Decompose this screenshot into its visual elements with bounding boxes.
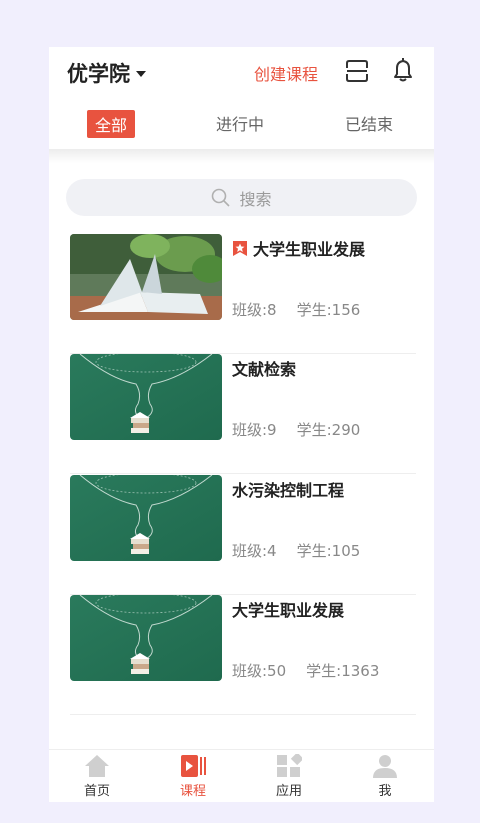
user-icon (373, 755, 397, 778)
nav-me[interactable]: 我 (355, 754, 415, 799)
course-item[interactable]: 大学生职业发展 班级:50 学生:1363 (70, 595, 416, 715)
tab-all[interactable]: 全部 (87, 110, 136, 138)
class-count: 班级:4 (232, 542, 277, 560)
course-meta: 班级:8 学生:156 (232, 299, 360, 320)
search-placeholder: 搜索 (239, 189, 272, 209)
student-count: 学生:105 (296, 542, 361, 560)
class-count: 班级:9 (232, 421, 277, 439)
course-meta: 班级:50 学生:1363 (232, 660, 379, 681)
class-count: 班级:50 (232, 662, 287, 680)
school-name: 优学院 (67, 62, 130, 86)
apps-icon (277, 754, 302, 777)
app-screen: 优学院 创建课程 全部 进行中 已结束 搜索 大学生职业发展 班级:8 学生:1… (49, 47, 434, 802)
course-thumbnail-book (70, 234, 222, 320)
course-meta: 班级:9 学生:290 (232, 419, 360, 440)
nav-course-label: 课程 (179, 784, 206, 799)
student-count: 学生:290 (296, 421, 361, 439)
top-bar: 优学院 创建课程 (49, 47, 434, 97)
tab-ended[interactable]: 已结束 (345, 111, 393, 135)
bottom-nav: 首页 课程 应用 我 (49, 749, 434, 802)
tab-in-progress[interactable]: 进行中 (216, 111, 264, 135)
course-thumbnail-green (70, 595, 222, 681)
create-course-button[interactable]: 创建课程 (254, 61, 318, 85)
nav-apps[interactable]: 应用 (259, 754, 319, 799)
course-thumbnail-green (70, 475, 222, 561)
nav-home-label: 首页 (83, 784, 110, 799)
starred-badge-icon (233, 240, 247, 256)
course-title: 大学生职业发展 (232, 236, 365, 260)
filter-tabs: 全部 进行中 已结束 (49, 105, 434, 149)
course-thumbnail-green (70, 354, 222, 440)
nav-home[interactable]: 首页 (67, 754, 127, 799)
course-icon (181, 755, 206, 777)
school-selector[interactable]: 优学院 (67, 58, 146, 88)
search-bar[interactable]: 搜索 (66, 179, 417, 216)
class-count: 班级:8 (232, 301, 277, 319)
nav-course[interactable]: 课程 (163, 754, 223, 799)
nav-apps-label: 应用 (275, 784, 302, 799)
home-icon (85, 755, 109, 777)
nav-me-label: 我 (378, 784, 392, 799)
course-title: 文献检索 (232, 360, 297, 379)
scan-icon[interactable] (345, 59, 369, 83)
student-count: 学生:1363 (306, 662, 380, 680)
course-item[interactable]: 水污染控制工程 班级:4 学生:105 (70, 475, 416, 595)
course-title: 大学生职业发展 (232, 601, 345, 620)
course-item[interactable]: 大学生职业发展 班级:8 学生:156 (70, 234, 416, 354)
course-item[interactable]: 文献检索 班级:9 学生:290 (70, 354, 416, 474)
student-count: 学生:156 (296, 301, 361, 319)
tabs-divider (49, 149, 434, 163)
search-icon (212, 188, 231, 207)
bell-icon[interactable] (391, 57, 415, 83)
course-meta: 班级:4 学生:105 (232, 540, 360, 561)
caret-down-icon (136, 71, 146, 77)
course-title: 水污染控制工程 (232, 481, 345, 500)
